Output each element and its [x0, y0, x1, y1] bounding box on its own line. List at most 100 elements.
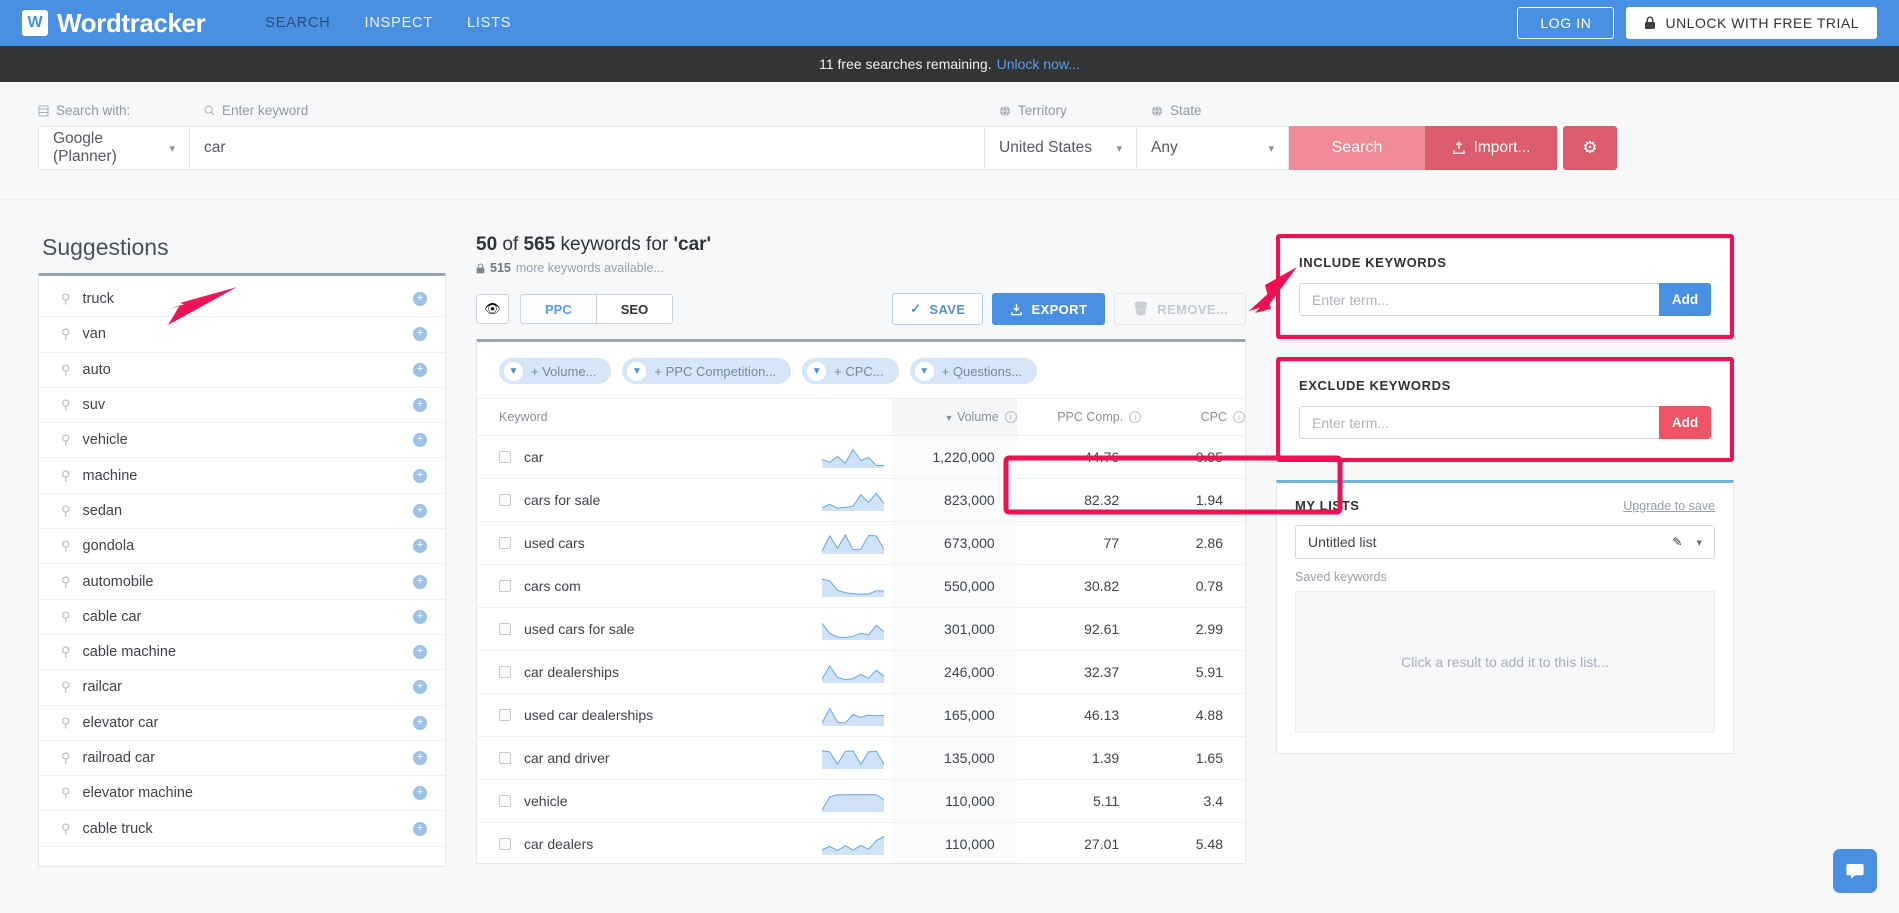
row-checkbox[interactable] [499, 795, 511, 807]
suggestion-item[interactable]: ⚲auto+ [39, 353, 445, 388]
row-checkbox[interactable] [499, 623, 511, 635]
table-row[interactable]: car dealers110,00027.015.48 [477, 823, 1245, 865]
table-row[interactable]: cars for sale823,00082.321.94 [477, 479, 1245, 522]
suggestion-item[interactable]: ⚲railcar+ [39, 670, 445, 705]
suggestion-item[interactable]: ⚲gondola+ [39, 529, 445, 564]
row-keyword-cell[interactable]: car and driver [477, 737, 819, 780]
login-button[interactable]: LOG IN [1517, 7, 1614, 39]
table-row[interactable]: vehicle110,0005.113.4 [477, 780, 1245, 823]
row-keyword-cell[interactable]: used cars for sale [477, 608, 819, 651]
upgrade-to-save-link[interactable]: Upgrade to save [1623, 499, 1715, 513]
settings-gear-button[interactable]: ⚙ [1563, 126, 1617, 170]
chevron-down-icon[interactable]: ▾ [1696, 536, 1702, 549]
row-checkbox[interactable] [499, 451, 511, 463]
info-icon[interactable]: i [1233, 411, 1245, 423]
row-keyword-cell[interactable]: car dealers [477, 823, 819, 865]
add-suggestion-icon[interactable]: + [413, 716, 427, 730]
keyword-input[interactable]: car [190, 126, 985, 170]
add-suggestion-icon[interactable]: + [413, 504, 427, 518]
row-checkbox[interactable] [499, 666, 511, 678]
saved-keywords-dropzone[interactable]: Click a result to add it to this list... [1295, 591, 1715, 733]
add-suggestion-icon[interactable]: + [413, 292, 427, 306]
search-engine-select[interactable]: Google (Planner) ▾ [38, 126, 190, 170]
exclude-term-input[interactable] [1299, 406, 1659, 439]
add-suggestion-icon[interactable]: + [413, 645, 427, 659]
info-icon[interactable]: i [1005, 411, 1017, 423]
add-suggestion-icon[interactable]: + [413, 751, 427, 765]
exclude-add-button[interactable]: Add [1659, 406, 1711, 439]
row-keyword-cell[interactable]: cars for sale [477, 479, 819, 522]
suggestion-item[interactable]: ⚲elevator car+ [39, 706, 445, 741]
row-checkbox[interactable] [499, 537, 511, 549]
suggestion-item[interactable]: ⚲vehicle+ [39, 423, 445, 458]
suggestion-item[interactable]: ⚲cable truck+ [39, 811, 445, 846]
suggestion-item[interactable]: ⚲cable machine+ [39, 635, 445, 670]
suggestion-item[interactable]: ⚲automobile+ [39, 564, 445, 599]
column-header-keyword[interactable]: Keyword [477, 399, 819, 436]
row-keyword-cell[interactable]: vehicle [477, 780, 819, 823]
row-keyword-cell[interactable]: car dealerships [477, 651, 819, 694]
add-suggestion-icon[interactable]: + [413, 469, 427, 483]
add-suggestion-icon[interactable]: + [413, 398, 427, 412]
nav-link-lists[interactable]: LISTS [467, 15, 511, 31]
territory-select[interactable]: United States ▾ [985, 126, 1137, 170]
nav-link-search[interactable]: SEARCH [265, 15, 330, 31]
column-header-ppc-comp[interactable]: PPC Comp.i [1017, 399, 1142, 436]
table-row[interactable]: cars com550,00030.820.78 [477, 565, 1245, 608]
row-keyword-cell[interactable]: cars com [477, 565, 819, 608]
nav-link-inspect[interactable]: INSPECT [365, 15, 433, 31]
export-button[interactable]: EXPORT [992, 293, 1105, 325]
row-checkbox[interactable] [499, 838, 511, 850]
filter-chip[interactable]: ▼+ CPC... [802, 358, 899, 384]
suggestion-item[interactable]: ⚲suv+ [39, 388, 445, 423]
state-select[interactable]: Any ▾ [1137, 126, 1289, 170]
filter-chip[interactable]: ▼+ Questions... [910, 358, 1038, 384]
search-button[interactable]: Search [1289, 126, 1425, 170]
suggestion-item[interactable]: ⚲elevator machine+ [39, 776, 445, 811]
column-header-volume[interactable]: ▼ Volumei [892, 399, 1017, 436]
add-suggestion-icon[interactable]: + [413, 327, 427, 341]
pencil-icon[interactable]: ✎ [1672, 535, 1682, 549]
save-button[interactable]: ✓ SAVE [892, 293, 983, 325]
include-add-button[interactable]: Add [1659, 283, 1711, 316]
column-header-cpc[interactable]: CPCi [1141, 399, 1245, 436]
row-checkbox[interactable] [499, 752, 511, 764]
add-suggestion-icon[interactable]: + [413, 680, 427, 694]
filter-chip[interactable]: ▼+ PPC Competition... [622, 358, 791, 384]
suggestion-item[interactable]: ⚲van+ [39, 317, 445, 352]
add-suggestion-icon[interactable]: + [413, 786, 427, 800]
import-button[interactable]: Import... [1425, 126, 1557, 170]
table-row[interactable]: car1,220,00044.760.95 [477, 436, 1245, 479]
suggestion-item[interactable]: ⚲machine+ [39, 458, 445, 493]
row-keyword-cell[interactable]: car [477, 436, 819, 479]
table-row[interactable]: car and driver135,0001.391.65 [477, 737, 1245, 780]
add-suggestion-icon[interactable]: + [413, 363, 427, 377]
suggestion-item[interactable]: ⚲sedan+ [39, 494, 445, 529]
unlock-now-link[interactable]: Unlock now... [997, 56, 1080, 72]
add-suggestion-icon[interactable]: + [413, 610, 427, 624]
row-checkbox[interactable] [499, 494, 511, 506]
remove-button[interactable]: 🗑 REMOVE... [1114, 293, 1246, 325]
list-selector[interactable]: Untitled list ✎ ▾ [1295, 525, 1715, 559]
brand-logo[interactable]: W Wordtracker [22, 8, 205, 39]
chat-bubble-button[interactable] [1833, 849, 1877, 893]
add-suggestion-icon[interactable]: + [413, 822, 427, 836]
row-keyword-cell[interactable]: used cars [477, 522, 819, 565]
eye-icon[interactable]: 👁 [476, 294, 509, 324]
tab-seo[interactable]: SEO [596, 294, 673, 324]
unlock-free-trial-button[interactable]: UNLOCK WITH FREE TRIAL [1626, 7, 1877, 39]
table-row[interactable]: used car dealerships165,00046.134.88 [477, 694, 1245, 737]
tab-ppc[interactable]: PPC [520, 294, 596, 324]
add-suggestion-icon[interactable]: + [413, 433, 427, 447]
include-term-input[interactable] [1299, 283, 1659, 316]
locked-keywords-note[interactable]: 515 more keywords available... [476, 261, 1246, 275]
suggestion-item[interactable]: ⚲railroad car+ [39, 741, 445, 776]
row-checkbox[interactable] [499, 580, 511, 592]
suggestion-item[interactable]: ⚲truck+ [39, 282, 445, 317]
suggestion-item[interactable]: ⚲cable car+ [39, 600, 445, 635]
table-row[interactable]: used cars for sale301,00092.612.99 [477, 608, 1245, 651]
row-keyword-cell[interactable]: used car dealerships [477, 694, 819, 737]
add-suggestion-icon[interactable]: + [413, 539, 427, 553]
table-row[interactable]: car dealerships246,00032.375.91 [477, 651, 1245, 694]
info-icon[interactable]: i [1129, 411, 1141, 423]
